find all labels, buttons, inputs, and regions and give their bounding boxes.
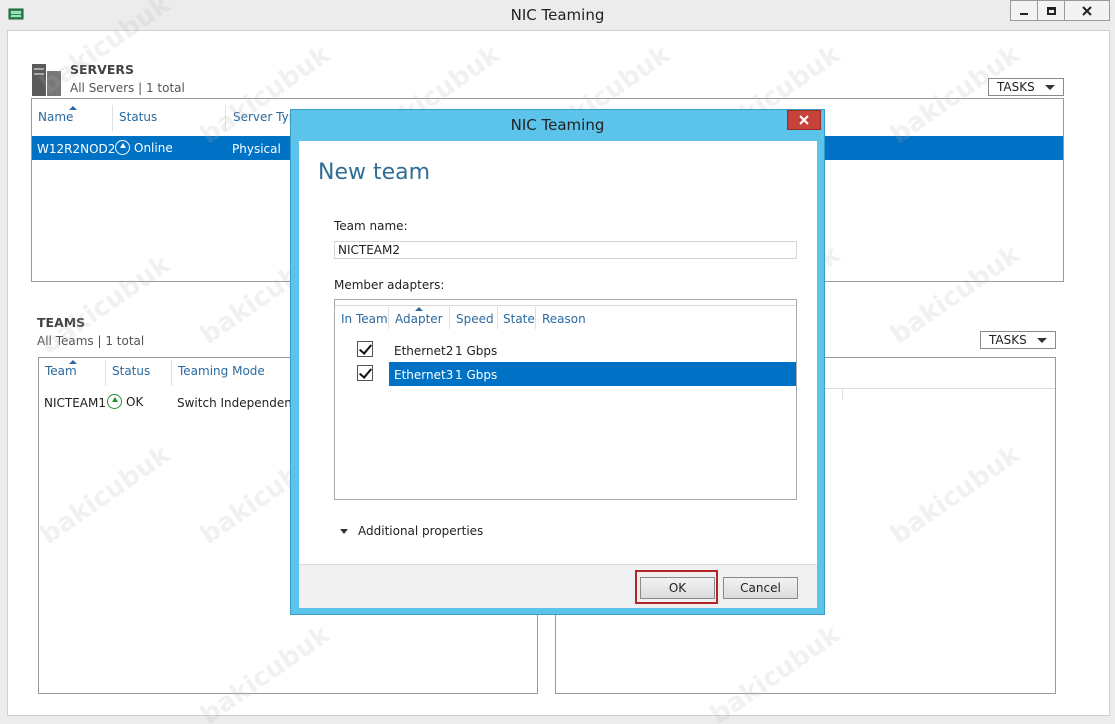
chevron-down-icon [1037, 338, 1047, 343]
close-icon [799, 115, 809, 125]
adapters-tasks-label: TASKS [989, 333, 1027, 347]
dialog-footer: OK Cancel [299, 564, 817, 608]
adapter-ethernet2-checkbox[interactable] [357, 341, 373, 357]
dialog-title: NIC Teaming [510, 116, 605, 134]
ok-status-icon [107, 394, 122, 409]
window-titlebar: NIC Teaming [0, 0, 1115, 30]
dialog-body: New team Team name: NICTEAM2 Member adap… [299, 141, 817, 608]
team-name-label: Team name: [334, 219, 408, 233]
servers-tasks-label: TASKS [997, 80, 1035, 94]
column-divider [171, 360, 172, 386]
teams-col-status[interactable]: Status [112, 364, 150, 378]
minimize-icon [1020, 12, 1028, 15]
servers-tasks-dropdown[interactable]: TASKS [988, 78, 1064, 96]
window-title: NIC Teaming [510, 6, 605, 24]
column-divider [449, 307, 450, 329]
adapters-col-in-team[interactable]: In Team [341, 312, 388, 326]
server-name-cell: W12R2NOD2 [37, 142, 116, 156]
header-divider [335, 305, 796, 306]
team-name-input[interactable]: NICTEAM2 [334, 241, 797, 259]
column-divider [225, 105, 226, 131]
adapters-col-adapter[interactable]: Adapter [395, 312, 443, 326]
ok-button-highlight [635, 570, 718, 604]
adapters-tasks-dropdown[interactable]: TASKS [980, 331, 1056, 349]
adapter-name-cell: Ethernet2 [394, 344, 454, 358]
servers-title: SERVERS [70, 62, 135, 77]
servers-col-status[interactable]: Status [119, 110, 157, 124]
additional-properties-toggle[interactable]: Additional properties [358, 524, 483, 538]
column-divider [497, 307, 498, 329]
maximize-icon [1046, 6, 1056, 15]
team-name-cell[interactable]: NICTEAM1 [44, 396, 106, 410]
member-adapters-label: Member adapters: [334, 278, 445, 292]
teams-subtitle: All Teams | 1 total [37, 334, 145, 348]
close-button[interactable] [1064, 0, 1110, 21]
member-adapters-list: In Team Adapter Speed State Reason Ether… [334, 299, 797, 500]
adapters-col-speed[interactable]: Speed [456, 312, 494, 326]
teams-col-team[interactable]: Team [45, 364, 77, 378]
close-icon [1082, 5, 1092, 16]
maximize-button[interactable] [1037, 0, 1064, 21]
online-status-icon [115, 140, 130, 155]
adapter-speed-cell: 1 Gbps [455, 344, 498, 358]
chevron-down-icon [340, 529, 348, 534]
minimize-button[interactable] [1010, 0, 1037, 21]
column-divider [842, 388, 843, 400]
adapter-ethernet3-checkbox[interactable] [357, 365, 373, 381]
servers-col-type[interactable]: Server Typ [233, 110, 296, 124]
adapter-speed-cell: 1 Gbps [455, 368, 498, 382]
chevron-down-icon [1045, 85, 1055, 90]
server-type-cell: Physical [232, 142, 281, 156]
sort-ascending-icon [415, 307, 423, 311]
adapter-name-cell: Ethernet3 [394, 368, 454, 382]
new-team-dialog: NIC Teaming New team Team name: NICTEAM2… [290, 109, 825, 615]
dialog-close-button[interactable] [787, 110, 821, 130]
teams-title: TEAMS [37, 315, 86, 330]
column-divider [105, 360, 106, 386]
cancel-button[interactable]: Cancel [723, 577, 798, 599]
column-divider [112, 105, 113, 131]
server-status-cell: Online [115, 140, 173, 155]
servers-icon [32, 64, 61, 96]
team-mode-cell: Switch Independent [177, 396, 297, 410]
column-divider [388, 307, 389, 329]
servers-col-name[interactable]: Name [38, 110, 73, 124]
servers-subtitle: All Servers | 1 total [70, 81, 185, 95]
adapters-col-reason[interactable]: Reason [542, 312, 586, 326]
dialog-heading: New team [318, 160, 431, 185]
team-status-cell: OK [107, 394, 143, 409]
column-divider [535, 307, 536, 329]
adapters-col-state[interactable]: State [503, 312, 535, 326]
teams-col-mode[interactable]: Teaming Mode [178, 364, 265, 378]
